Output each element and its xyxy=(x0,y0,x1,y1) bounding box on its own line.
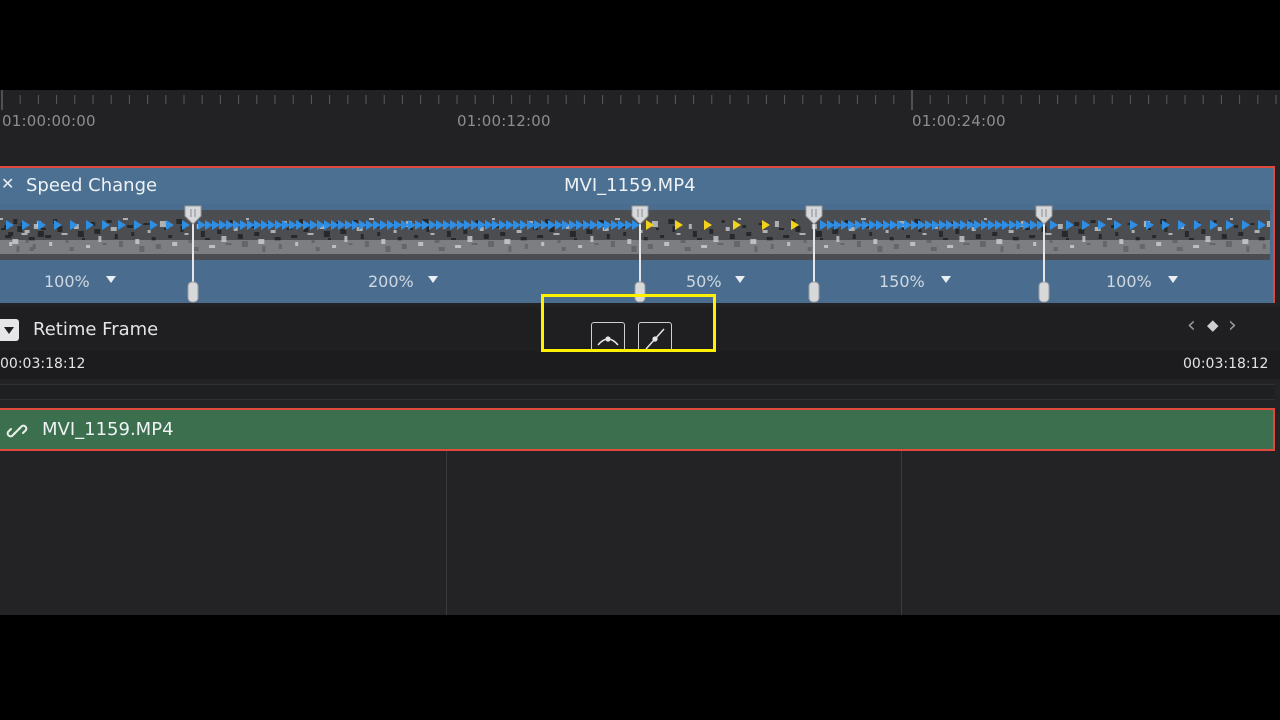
ruler-ticks xyxy=(1,90,1277,110)
retime-collapse-button[interactable] xyxy=(0,319,19,341)
previous-keyframe-icon[interactable]: ‹ xyxy=(1187,313,1196,338)
keyframe-diamond-icon[interactable]: ◆ xyxy=(1207,316,1219,334)
timeline-panel: 01:00:00:00 01:00:12:00 01:00:24:00 ✕ Sp… xyxy=(0,90,1280,615)
clip-name: MVI_1159.MP4 xyxy=(564,175,696,196)
retime-timecode-end: 00:03:18:12 xyxy=(1183,356,1269,372)
retime-frame-title: Retime Frame xyxy=(33,319,159,340)
grid-line xyxy=(901,451,902,615)
retime-timecode-start: 00:03:18:12 xyxy=(0,356,86,372)
video-clip[interactable]: ✕ Speed Change MVI_1159.MP4 100% 200% 50… xyxy=(0,166,1275,303)
next-keyframe-icon[interactable]: › xyxy=(1228,313,1237,338)
speed-point-handle[interactable] xyxy=(805,205,823,303)
clip-header: ✕ Speed Change MVI_1159.MP4 xyxy=(0,168,1273,204)
speed-point-handle[interactable] xyxy=(184,205,202,303)
speed-point-handle[interactable] xyxy=(1035,205,1053,303)
speed-change-label: Speed Change xyxy=(26,175,158,196)
retime-curve-bar[interactable] xyxy=(0,384,1275,400)
ruler-timecode-1: 01:00:12:00 xyxy=(457,112,551,130)
audio-clip-name: MVI_1159.MP4 xyxy=(42,419,174,440)
ruler-timecode-0: 01:00:00:00 xyxy=(2,112,96,130)
ruler-timecode-2: 01:00:24:00 xyxy=(912,112,1006,130)
chevron-down-icon xyxy=(4,327,14,334)
speed-point-handles[interactable] xyxy=(0,204,1275,304)
speed-point-handle[interactable] xyxy=(631,205,649,303)
retime-timecode-row: 00:03:18:12 00:03:18:12 xyxy=(0,351,1280,379)
close-icon[interactable]: ✕ xyxy=(1,174,14,193)
highlight-box xyxy=(541,294,716,352)
audio-clip[interactable]: MVI_1159.MP4 xyxy=(0,408,1275,451)
grid-line xyxy=(446,451,447,615)
link-icon xyxy=(6,424,28,438)
timecode-ruler[interactable]: 01:00:00:00 01:00:12:00 01:00:24:00 xyxy=(0,90,1280,158)
